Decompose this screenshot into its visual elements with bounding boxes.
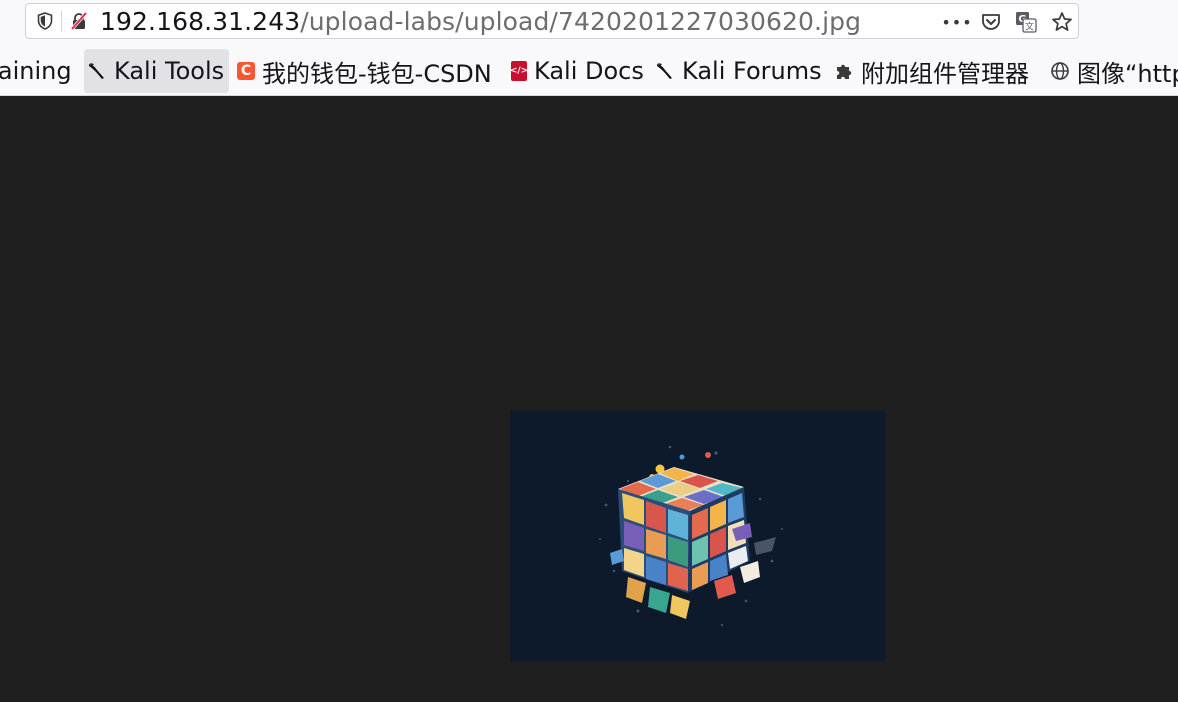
bookmark-kali-tools[interactable]: Kali Tools: [84, 49, 229, 93]
globe-icon: [1050, 61, 1070, 81]
bookmarks-toolbar: raining Kali Tools C 我的钱包-钱包-CSDN </> Ka…: [0, 48, 1178, 96]
kali-dragon-icon: [87, 61, 107, 81]
save-to-pocket-icon[interactable]: [980, 11, 1002, 33]
bookmark-image[interactable]: 图像“http: [1050, 49, 1178, 93]
urlbar-separator: [61, 11, 62, 32]
displayed-jpg-image[interactable]: [510, 411, 885, 661]
bookmark-kali-forums[interactable]: Kali Forums: [655, 49, 822, 93]
svg-text:文: 文: [1025, 21, 1034, 33]
bookmark-label: Kali Forums: [682, 57, 822, 85]
page-actions-ellipsis-icon[interactable]: •••: [941, 11, 971, 33]
address-bar[interactable]: 192.168.31.243/upload-labs/upload/742020…: [25, 3, 1079, 39]
csdn-icon: C: [237, 62, 255, 80]
bookmark-addons-manager[interactable]: 附加组件管理器: [834, 49, 1029, 93]
tracking-protection-shield-icon[interactable]: [36, 12, 54, 30]
bookmark-csdn-wallet[interactable]: C 我的钱包-钱包-CSDN: [237, 49, 492, 93]
bookmark-label: 我的钱包-钱包-CSDN: [262, 59, 492, 88]
translate-page-icon[interactable]: G 文: [1015, 11, 1037, 33]
kali-dragon-icon: [655, 61, 675, 81]
url-path: /upload-labs/upload/7420201227030620.jpg: [300, 7, 862, 36]
bookmark-star-icon[interactable]: [1050, 10, 1074, 34]
rubiks-cube-illustration-icon: [599, 445, 783, 627]
bookmark-label: 图像“http: [1077, 59, 1178, 88]
bookmark-label: Kali Tools: [114, 57, 225, 85]
bookmark-kali-docs[interactable]: </> Kali Docs: [510, 49, 644, 93]
navigation-toolbar: 192.168.31.243/upload-labs/upload/742020…: [0, 0, 1178, 48]
bookmark-label: 附加组件管理器: [861, 59, 1029, 88]
kali-docs-icon: </>: [510, 61, 528, 81]
url-text[interactable]: 192.168.31.243/upload-labs/upload/742020…: [100, 8, 861, 36]
bookmark-training[interactable]: raining: [0, 49, 72, 93]
url-host: 192.168.31.243: [100, 7, 301, 36]
bookmark-label: raining: [0, 57, 72, 85]
insecure-connection-crossed-lock-icon[interactable]: [69, 11, 89, 31]
puzzle-piece-icon: [834, 61, 854, 81]
bookmark-label: Kali Docs: [534, 57, 644, 85]
